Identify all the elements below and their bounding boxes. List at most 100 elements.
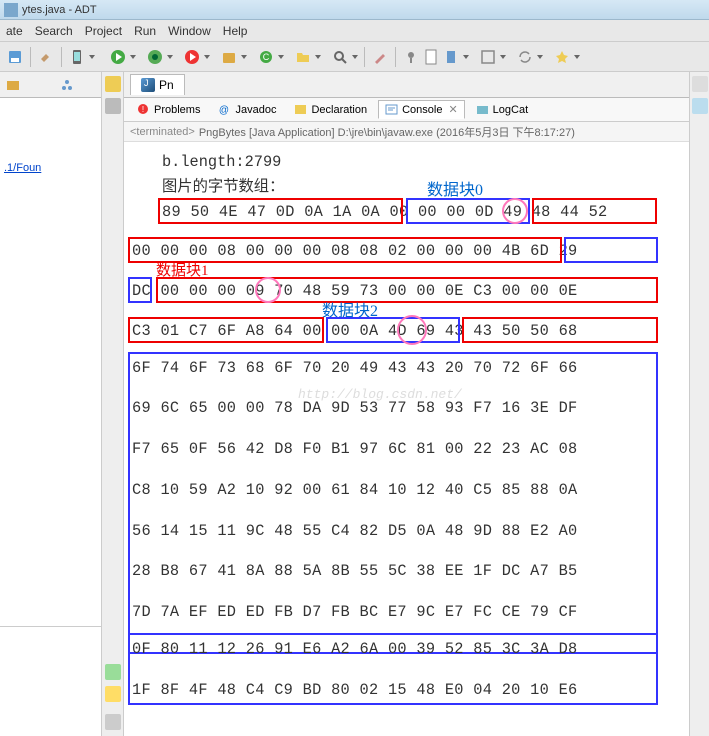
toolbar-debug-icon[interactable] xyxy=(146,48,164,66)
toolbar-folder-icon[interactable] xyxy=(294,48,312,66)
svg-text:!: ! xyxy=(142,105,144,114)
tab-logcat[interactable]: LogCat xyxy=(469,100,535,119)
left-column: .1/Foun xyxy=(0,72,102,736)
toolbar-runext-icon[interactable] xyxy=(183,48,201,66)
pkgexplorer-icon[interactable] xyxy=(4,76,22,94)
toolbar: C xyxy=(0,42,709,72)
toolbar-run-icon[interactable] xyxy=(109,48,127,66)
console-output[interactable]: b.length:2799 图片的字节数组： 数据块0 89 50 4E 47 … xyxy=(124,142,689,736)
dropdown-icon[interactable] xyxy=(352,55,358,59)
toolbar-fav-icon[interactable] xyxy=(553,48,571,66)
tab-label: LogCat xyxy=(493,104,528,116)
toolbar-sep xyxy=(61,47,62,67)
dropdown-icon[interactable] xyxy=(89,55,95,59)
file-tab-pn[interactable]: Pn xyxy=(130,74,185,95)
tab-label: Javadoc xyxy=(235,104,276,116)
tab-javadoc[interactable]: @ Javadoc xyxy=(211,100,283,119)
term-prefix: <terminated> xyxy=(130,126,195,138)
declaration-icon xyxy=(294,103,307,116)
toolbar-bookmark-icon[interactable] xyxy=(442,48,460,66)
tab-label: Declaration xyxy=(311,104,367,116)
console-line: 图片的字节数组： xyxy=(162,175,679,200)
outline-minimized xyxy=(689,72,709,736)
toolbar-newclass-icon[interactable]: C xyxy=(257,48,275,66)
tab-label: Console xyxy=(402,104,442,116)
dropdown-icon[interactable] xyxy=(278,55,284,59)
dropdown-icon[interactable] xyxy=(204,55,210,59)
gutter-warn-icon[interactable] xyxy=(105,686,121,702)
left-gutter xyxy=(102,72,124,736)
dropdown-icon[interactable] xyxy=(130,55,136,59)
file-tab-label: Pn xyxy=(159,78,174,92)
java-file-icon xyxy=(141,78,155,92)
outline-icon[interactable] xyxy=(692,98,708,114)
bytes-row: 56 14 15 11 9C 48 55 C4 82 D5 0A 48 9D 8… xyxy=(132,519,679,544)
dropdown-icon[interactable] xyxy=(537,55,543,59)
typehierarchy-icon[interactable] xyxy=(58,76,76,94)
titlebar: ytes.java - ADT xyxy=(0,0,709,20)
dropdown-icon[interactable] xyxy=(463,55,469,59)
menu-help[interactable]: Help xyxy=(223,24,248,38)
toolbar-pin-icon[interactable] xyxy=(402,48,420,66)
titlebar-text: ytes.java - ADT xyxy=(22,4,97,16)
menubar: ate Search Project Run Window Help xyxy=(0,20,709,42)
bytes-row: F7 65 0F 56 42 D8 F0 B1 97 6C 81 00 22 2… xyxy=(132,437,679,462)
dropdown-icon[interactable] xyxy=(500,55,506,59)
svg-text:C: C xyxy=(263,52,270,62)
toolbar-phone-icon[interactable] xyxy=(68,48,86,66)
menu-window[interactable]: Window xyxy=(168,24,211,38)
toolbar-doc-icon[interactable] xyxy=(422,48,440,66)
dropdown-icon[interactable] xyxy=(315,55,321,59)
gutter-edit-icon[interactable] xyxy=(105,714,121,730)
menu-search[interactable]: Search xyxy=(35,24,73,38)
toolbar-sync-icon[interactable] xyxy=(516,48,534,66)
bytes-row: 69 6C 65 00 00 78 DA 9D 53 77 58 93 F7 1… xyxy=(132,396,679,421)
app-icon xyxy=(4,3,18,17)
bytes-row: 00 00 00 08 00 00 00 08 08 02 00 00 00 4… xyxy=(132,239,679,264)
toolbar-rect-icon[interactable] xyxy=(479,48,497,66)
bytes-row: 28 B8 67 41 8A 88 5A 8B 55 5C 38 EE 1F D… xyxy=(132,559,679,584)
file-tabs: Pn xyxy=(124,72,689,98)
bytes-row: 0F 80 11 12 26 91 E6 A2 6A 00 39 52 85 3… xyxy=(132,637,679,662)
close-icon[interactable]: ✕ xyxy=(448,103,457,116)
gutter-icon[interactable] xyxy=(105,664,121,680)
tree-item[interactable]: .1/Foun xyxy=(4,162,97,174)
bytes-row: DC 00 00 00 09 70 48 59 73 00 00 0E C3 0… xyxy=(132,279,679,304)
gutter-icon[interactable] xyxy=(105,76,121,92)
console-line: b.length:2799 xyxy=(162,150,679,175)
term-rest: PngBytes [Java Application] D:\jre\bin\j… xyxy=(199,124,575,140)
package-explorer[interactable]: .1/Foun xyxy=(0,98,101,626)
bytes-row: 1F 8F 4F 48 C4 C9 BD 80 02 15 48 E0 04 2… xyxy=(132,678,679,703)
outline-icon[interactable] xyxy=(692,76,708,92)
tab-console[interactable]: Console ✕ xyxy=(378,100,465,119)
menu-ate[interactable]: ate xyxy=(6,24,23,38)
dropdown-icon[interactable] xyxy=(167,55,173,59)
toolbar-sep xyxy=(364,47,365,67)
terminated-info: <terminated> PngBytes [Java Application]… xyxy=(124,122,689,142)
editor-area: Pn ! Problems @ Javadoc Declaration xyxy=(102,72,709,736)
dropdown-icon[interactable] xyxy=(574,55,580,59)
dropdown-icon[interactable] xyxy=(241,55,247,59)
bytes-row: 89 50 4E 47 0D 0A 1A 0A 00 00 00 0D 49 4… xyxy=(162,200,679,225)
toolbar-wand-icon[interactable] xyxy=(371,48,389,66)
toolbar-search-icon[interactable] xyxy=(331,48,349,66)
toolbar-sep xyxy=(30,47,31,67)
tab-problems[interactable]: ! Problems xyxy=(130,100,207,119)
left-views xyxy=(0,72,101,98)
gutter-icon[interactable] xyxy=(105,98,121,114)
bytes-row: C8 10 59 A2 10 92 00 61 84 10 12 40 C5 8… xyxy=(132,478,679,503)
menu-project[interactable]: Project xyxy=(85,24,122,38)
tab-declaration[interactable]: Declaration xyxy=(287,100,374,119)
svg-text:@: @ xyxy=(219,105,229,116)
bytes-row: 6F 74 6F 73 68 6F 70 20 49 43 43 20 70 7… xyxy=(132,356,679,381)
javadoc-icon: @ xyxy=(218,103,231,116)
toolbar-hammer-icon[interactable] xyxy=(37,48,55,66)
console-icon xyxy=(385,103,398,116)
toolbar-sep xyxy=(395,47,396,67)
tab-label: Problems xyxy=(154,104,200,116)
logcat-icon xyxy=(476,103,489,116)
menu-run[interactable]: Run xyxy=(134,24,156,38)
left-bottom-panel xyxy=(0,626,101,736)
toolbar-package-icon[interactable] xyxy=(220,48,238,66)
toolbar-save-icon[interactable] xyxy=(6,48,24,66)
